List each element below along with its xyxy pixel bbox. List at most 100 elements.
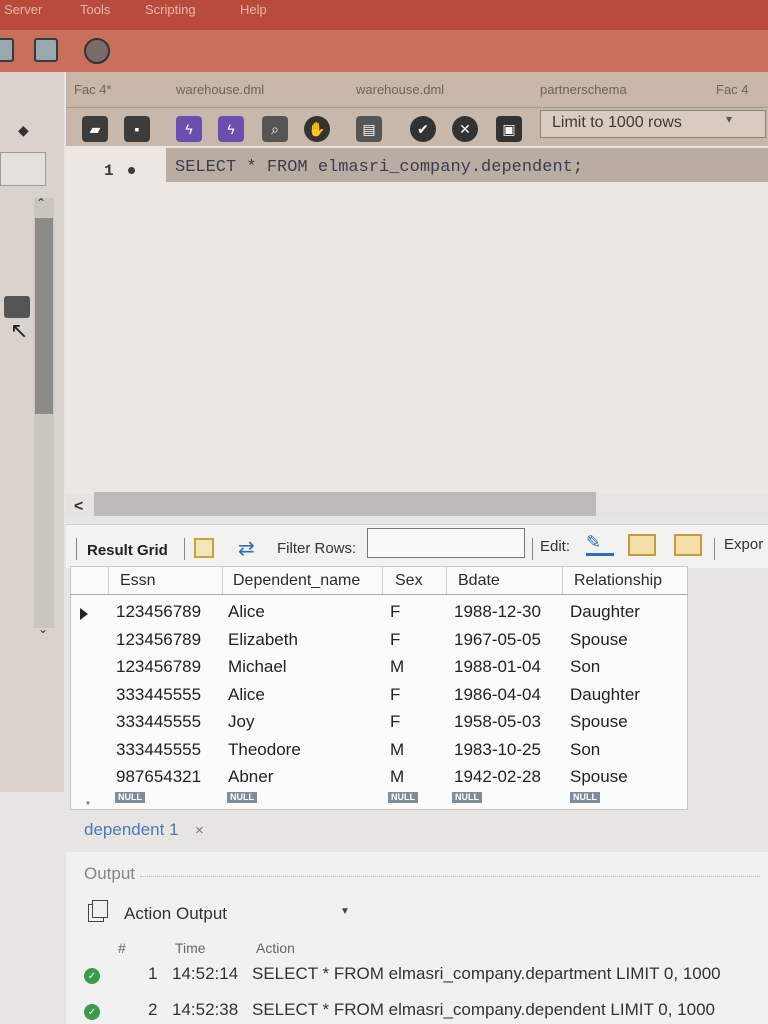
- chevron-down-icon[interactable]: ▼: [340, 906, 350, 917]
- cell-bdate[interactable]: 1983-10-25: [454, 740, 541, 760]
- database-icon[interactable]: [84, 38, 110, 64]
- null-badge[interactable]: NULL: [115, 792, 145, 803]
- edit-pencil-icon[interactable]: ✎: [586, 532, 614, 556]
- cell-sex[interactable]: F: [390, 685, 400, 705]
- cell-relationship[interactable]: Daughter: [570, 685, 640, 705]
- cell-bdate[interactable]: 1942-02-28: [454, 767, 541, 787]
- save-icon[interactable]: ▪: [124, 116, 150, 142]
- copy-icon-front[interactable]: [92, 900, 108, 918]
- open-file-icon[interactable]: ▰: [82, 116, 108, 142]
- sql-editor[interactable]: [66, 146, 768, 496]
- cell-dependent-name[interactable]: Joy: [228, 712, 254, 732]
- schema-inspector-icon[interactable]: [4, 296, 30, 318]
- success-check-icon: ✓: [84, 968, 100, 984]
- close-icon[interactable]: ×: [195, 822, 204, 839]
- main-toolbar: [0, 30, 768, 72]
- cell-bdate[interactable]: 1958-05-03: [454, 712, 541, 732]
- cell-bdate[interactable]: 1988-01-04: [454, 657, 541, 677]
- cell-bdate[interactable]: 1986-04-04: [454, 685, 541, 705]
- filter-rows-label: Filter Rows:: [277, 540, 357, 557]
- scroll-left-icon[interactable]: <: [74, 498, 83, 516]
- cell-relationship[interactable]: Son: [570, 657, 600, 677]
- result-tab-dependent[interactable]: dependent 1: [84, 820, 179, 840]
- cell-essn[interactable]: 333445555: [116, 685, 201, 705]
- result-grid-tab[interactable]: Result Grid: [87, 542, 168, 559]
- sql-statement[interactable]: SELECT * FROM elmasri_company.dependent;: [175, 158, 583, 177]
- commit-icon[interactable]: ✔: [410, 116, 436, 142]
- column-header-sex[interactable]: Sex: [395, 572, 423, 590]
- cell-essn[interactable]: 987654321: [116, 767, 201, 787]
- tab-warehouse-2[interactable]: warehouse.dml: [356, 82, 444, 97]
- export-button[interactable]: Expor: [724, 536, 763, 553]
- sidebar-scroll-thumb[interactable]: [35, 218, 53, 414]
- grid-col-divider: [108, 566, 109, 594]
- tab-fac4-active[interactable]: Fac 4*: [74, 82, 112, 97]
- cell-sex[interactable]: M: [390, 767, 404, 787]
- cell-dependent-name[interactable]: Elizabeth: [228, 630, 298, 650]
- autocommit-icon[interactable]: ▣: [496, 116, 522, 142]
- scroll-down-icon[interactable]: ⌄: [38, 622, 48, 636]
- null-badge[interactable]: NULL: [227, 792, 257, 803]
- cell-sex[interactable]: M: [390, 657, 404, 677]
- delete-row-icon[interactable]: [674, 534, 702, 556]
- null-badge[interactable]: NULL: [388, 792, 418, 803]
- tab-fac4[interactable]: Fac 4: [716, 82, 749, 97]
- open-icon[interactable]: [0, 38, 14, 62]
- cell-bdate[interactable]: 1967-05-05: [454, 630, 541, 650]
- cell-bdate[interactable]: 1988-12-30: [454, 602, 541, 622]
- cell-dependent-name[interactable]: Michael: [228, 657, 287, 677]
- refresh-icon[interactable]: ⇄: [238, 536, 255, 561]
- cell-sex[interactable]: F: [390, 712, 400, 732]
- cell-essn[interactable]: 123456789: [116, 630, 201, 650]
- chevron-down-icon[interactable]: ▾: [726, 112, 732, 126]
- rollback-icon[interactable]: ✕: [452, 116, 478, 142]
- null-badge[interactable]: NULL: [570, 792, 600, 803]
- query-table-icon[interactable]: [34, 38, 58, 62]
- execute-icon[interactable]: ϟ: [176, 116, 202, 142]
- null-badge[interactable]: NULL: [452, 792, 482, 803]
- limit-rows-value: Limit to 1000 rows: [552, 114, 682, 131]
- column-header-essn[interactable]: Essn: [120, 572, 156, 590]
- cell-dependent-name[interactable]: Theodore: [228, 740, 301, 760]
- toggle-output-icon[interactable]: ▤: [356, 116, 382, 142]
- menu-help[interactable]: Help: [240, 2, 267, 17]
- cell-relationship[interactable]: Spouse: [570, 630, 628, 650]
- tab-partnerschema[interactable]: partnerschema: [540, 82, 627, 97]
- separator: [532, 538, 533, 560]
- cell-dependent-name[interactable]: Alice: [228, 602, 265, 622]
- tab-warehouse-1[interactable]: warehouse.dml: [176, 82, 264, 97]
- cell-sex[interactable]: F: [390, 630, 400, 650]
- column-header-bdate[interactable]: Bdate: [458, 572, 500, 590]
- explain-icon[interactable]: ⌕: [262, 116, 288, 142]
- cell-relationship[interactable]: Spouse: [570, 712, 628, 732]
- cell-dependent-name[interactable]: Alice: [228, 685, 265, 705]
- execute-current-icon[interactable]: ϟ: [218, 116, 244, 142]
- add-row-icon[interactable]: [628, 534, 656, 556]
- cell-essn[interactable]: 123456789: [116, 602, 201, 622]
- form-view-icon[interactable]: [194, 538, 214, 558]
- output-header-number: #: [118, 940, 126, 956]
- separator: [184, 538, 185, 560]
- menu-server[interactable]: Server: [4, 2, 42, 17]
- schema-filter-input[interactable]: [0, 152, 46, 186]
- cell-essn[interactable]: 123456789: [116, 657, 201, 677]
- cell-essn[interactable]: 333445555: [116, 712, 201, 732]
- cell-relationship[interactable]: Spouse: [570, 767, 628, 787]
- hscroll-thumb[interactable]: [94, 492, 596, 516]
- cell-dependent-name[interactable]: Abner: [228, 767, 273, 787]
- new-row-icon: *: [86, 800, 90, 811]
- cell-essn[interactable]: 333445555: [116, 740, 201, 760]
- column-header-relationship[interactable]: Relationship: [574, 572, 662, 590]
- cell-sex[interactable]: M: [390, 740, 404, 760]
- menu-scripting[interactable]: Scripting: [145, 2, 196, 17]
- column-header-dependent-name[interactable]: Dependent_name: [233, 572, 360, 590]
- menu-tools[interactable]: Tools: [80, 2, 110, 17]
- output-type-select[interactable]: Action Output: [124, 904, 227, 924]
- collapse-icon[interactable]: ◆: [18, 122, 29, 139]
- stop-icon[interactable]: ✋: [304, 116, 330, 142]
- scroll-up-icon[interactable]: ⌃: [36, 196, 46, 210]
- cell-sex[interactable]: F: [390, 602, 400, 622]
- filter-rows-input[interactable]: [367, 528, 525, 558]
- cell-relationship[interactable]: Daughter: [570, 602, 640, 622]
- cell-relationship[interactable]: Son: [570, 740, 600, 760]
